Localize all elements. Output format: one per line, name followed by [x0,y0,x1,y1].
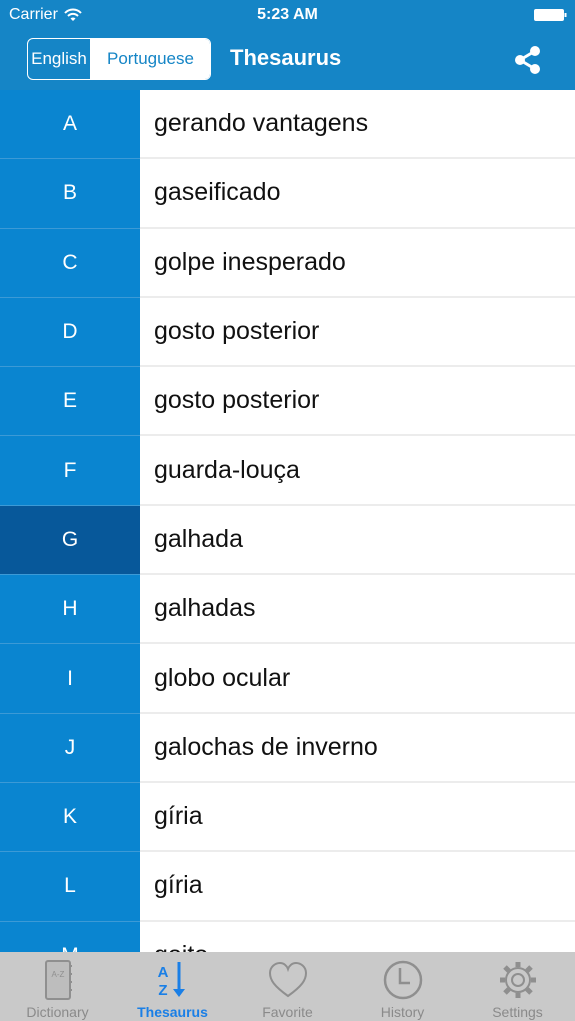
nav-bar: English Portuguese Thesaurus [0,30,575,90]
word-entry[interactable]: gerando vantagens [140,90,575,160]
tab-dictionary[interactable]: A-Z Dictionary [0,952,115,1021]
index-letter[interactable]: B [0,159,140,229]
index-letter[interactable]: L [0,852,140,922]
index-letter[interactable]: A [0,90,140,160]
segment-english[interactable]: English [28,39,91,79]
list-row[interactable]: Hgalhadas [0,575,575,645]
index-letter[interactable]: F [0,436,140,506]
svg-text:Z: Z [158,982,167,999]
list-row[interactable]: Cgolpe inesperado [0,228,575,298]
list-row[interactable]: Egosto posterior [0,367,575,437]
word-entry[interactable]: globo ocular [140,644,575,714]
tab-label: Favorite [262,1004,313,1020]
word-entry[interactable]: gíria [140,852,575,922]
book-icon: A-Z [44,960,72,1000]
word-entry[interactable]: gaseificado [140,159,575,229]
index-letter[interactable]: G [0,505,140,576]
word-entry[interactable]: galhadas [140,575,575,645]
list-row[interactable]: Bgaseificado [0,159,575,229]
gear-icon [499,962,536,998]
word-entry[interactable]: golpe inesperado [140,228,575,298]
list-row[interactable]: Mgoito [0,921,575,952]
tab-label: Dictionary [26,1004,89,1020]
svg-text:A-Z: A-Z [51,970,64,979]
index-letter[interactable]: I [0,644,140,714]
index-letter[interactable]: D [0,297,140,368]
status-bar: Carrier 5:23 AM [0,0,575,30]
language-segmented-control[interactable]: English Portuguese [27,38,211,80]
list-row[interactable]: Fguarda-louça [0,436,575,506]
tab-label: Thesaurus [137,1004,208,1020]
word-entry[interactable]: guarda-louça [140,436,575,506]
list-row[interactable]: Ggalhada [0,505,575,576]
segment-portuguese[interactable]: Portuguese [91,39,210,79]
word-list[interactable]: Agerando vantagens Bgaseificado Cgolpe ine… [0,90,575,952]
svg-text:A: A [157,964,168,981]
clock-icon [383,960,422,1000]
tab-settings[interactable]: Settings [460,952,575,1021]
battery-icon [534,9,567,21]
index-letter[interactable]: J [0,713,140,783]
word-entry[interactable]: galhada [140,505,575,576]
list-row[interactable]: Iglobo ocular [0,644,575,714]
tab-label: Settings [492,1004,543,1020]
word-entry[interactable]: gosto posterior [140,297,575,368]
index-letter[interactable]: M [0,921,140,952]
tab-label: History [380,1004,425,1020]
page-title: Thesaurus [230,45,342,70]
list-row[interactable]: Dgosto posterior [0,297,575,368]
status-time: 5:23 AM [257,6,318,23]
list-row[interactable]: Lgíria [0,852,575,922]
word-entry[interactable]: goito [140,921,575,952]
word-entry[interactable]: gíria [140,782,575,853]
tab-bar: A-Z Dictionary A Z Thesaurus Favorite History S… [0,952,575,1021]
tab-history[interactable]: History [345,952,460,1021]
index-letter[interactable]: H [0,575,140,645]
index-letter[interactable]: E [0,367,140,437]
tab-favorite[interactable]: Favorite [230,952,345,1021]
header: Carrier 5:23 AM English Portuguese Thesa… [0,0,575,90]
index-letter[interactable]: K [0,782,140,853]
tab-thesaurus[interactable]: A Z Thesaurus [115,952,230,1021]
index-letter[interactable]: C [0,228,140,298]
list-row[interactable]: Jgalochas de inverno [0,713,575,783]
share-icon[interactable] [510,42,546,78]
heart-icon [268,961,307,998]
word-entry[interactable]: galochas de inverno [140,713,575,783]
list-row[interactable]: Agerando vantagens [0,90,575,160]
word-entry[interactable]: gosto posterior [140,367,575,437]
list-row[interactable]: Kgíria [0,782,575,853]
az-sort-icon: AZ [157,962,185,999]
